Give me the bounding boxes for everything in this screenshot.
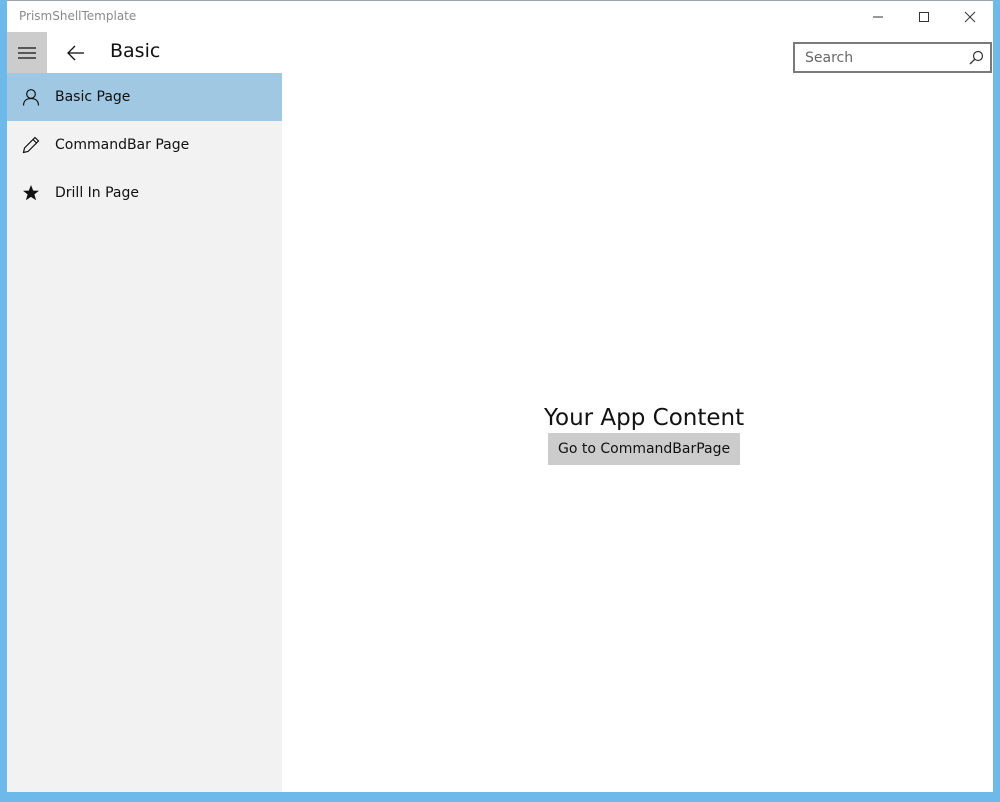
- go-to-commandbar-button[interactable]: Go to CommandBarPage: [547, 433, 741, 465]
- person-icon: [7, 73, 55, 121]
- nav-item-label: Drill In Page: [55, 185, 139, 201]
- maximize-button[interactable]: [901, 1, 947, 32]
- window-title: PrismShellTemplate: [19, 9, 137, 23]
- pencil-icon: [7, 121, 55, 169]
- hamburger-button[interactable]: [7, 32, 47, 73]
- nav-item-basic-page[interactable]: Basic Page: [7, 73, 282, 121]
- search-input[interactable]: [795, 44, 970, 71]
- minimize-icon: [873, 16, 883, 17]
- close-button[interactable]: [947, 1, 993, 32]
- nav-item-commandbar-page[interactable]: CommandBar Page: [7, 121, 282, 169]
- content-area: Your App Content Go to CommandBarPage: [282, 73, 993, 792]
- title-bar[interactable]: PrismShellTemplate: [7, 1, 993, 32]
- back-button[interactable]: [57, 32, 95, 73]
- navigation-pane: Basic Page CommandBar Page Drill In Page: [7, 73, 282, 792]
- nav-item-label: Basic Page: [55, 89, 131, 105]
- search-box[interactable]: [793, 42, 992, 73]
- content-panel: Your App Content Go to CommandBarPage: [544, 404, 744, 465]
- nav-item-label: CommandBar Page: [55, 137, 190, 153]
- back-arrow-icon: [67, 45, 84, 60]
- page-title: Basic: [110, 40, 161, 62]
- app-header: Basic: [7, 32, 993, 73]
- close-icon: [964, 11, 976, 22]
- app-window: PrismShellTemplate Basic Search Basic Pa…: [7, 0, 993, 792]
- content-heading: Your App Content: [544, 405, 745, 431]
- star-icon: [7, 169, 55, 217]
- hamburger-icon: [18, 46, 36, 59]
- minimize-button[interactable]: [855, 1, 901, 32]
- maximize-icon: [919, 11, 929, 22]
- search-icon[interactable]: [969, 50, 984, 65]
- nav-item-drill-in-page[interactable]: Drill In Page: [7, 169, 282, 217]
